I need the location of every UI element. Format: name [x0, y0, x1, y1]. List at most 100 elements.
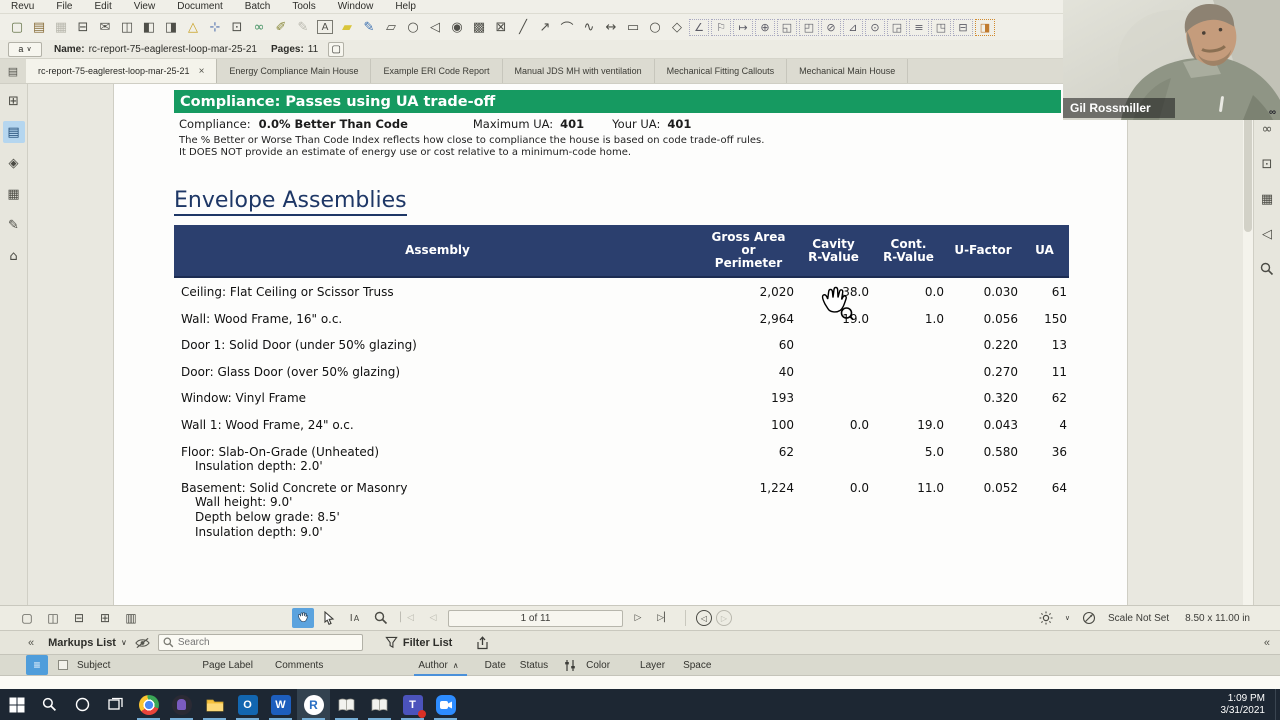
measure-angle-icon[interactable]: ∠ — [689, 18, 709, 36]
taskbar-cortana-icon[interactable] — [66, 689, 99, 720]
taskbar-meeting-cam-icon[interactable] — [429, 689, 462, 720]
chevron-down-icon[interactable]: ∨ — [121, 638, 127, 647]
column-layer[interactable]: Layer — [640, 660, 665, 671]
single-page-icon[interactable]: ▢ — [16, 608, 38, 628]
search-panel-icon[interactable] — [1256, 258, 1278, 280]
polyline-tool-icon[interactable]: ∿ — [578, 18, 600, 36]
pan-tool-icon[interactable] — [292, 608, 314, 628]
menu-view[interactable]: View — [123, 0, 167, 14]
spaces-panel-icon[interactable]: ⌂ — [3, 245, 25, 267]
show-desktop-button[interactable] — [1275, 689, 1280, 720]
panels-layout-icon[interactable]: ◫ — [116, 18, 138, 36]
last-page-icon[interactable]: ▷▏ — [653, 608, 675, 628]
vertical-scrollbar[interactable] — [1243, 84, 1253, 605]
links-panel-icon[interactable]: ∞ — [1256, 118, 1278, 140]
taskbar-word-icon[interactable]: W — [264, 689, 297, 720]
search-input[interactable] — [177, 637, 348, 648]
hyperlink-icon[interactable]: ∞ — [248, 18, 270, 36]
highlighter-icon[interactable]: ▰ — [336, 18, 358, 36]
tab-active[interactable]: rc-report-75-eaglerest-loop-mar-25-21 × — [26, 59, 218, 83]
extract-pages-icon[interactable]: ◧ — [138, 18, 160, 36]
tab-close-icon[interactable]: × — [199, 66, 205, 77]
arc-tool-icon[interactable]: ⌒ — [556, 18, 578, 37]
top-bottom-icon[interactable]: ⊟ — [68, 608, 90, 628]
taskbar-teams-icon[interactable]: T — [396, 689, 429, 720]
measure-diameter-icon[interactable]: ⊘ — [821, 18, 841, 36]
tab-2[interactable]: Example ERI Code Report — [371, 59, 503, 83]
previous-view-icon[interactable]: ◁ — [696, 610, 712, 626]
collapse-panel-right-icon[interactable]: « — [1264, 637, 1270, 649]
menu-edit[interactable]: Edit — [83, 0, 122, 14]
crop-icon[interactable]: ⊠ — [490, 18, 512, 36]
chevron-down-icon[interactable]: ∨ — [1065, 614, 1070, 622]
taskbar-book-1-icon[interactable] — [330, 689, 363, 720]
measure-cutout-icon[interactable]: ◳ — [931, 18, 951, 36]
pen-icon[interactable]: ✎ — [358, 18, 380, 36]
taskbar-taskview-icon[interactable] — [99, 689, 132, 720]
measure-width-icon[interactable]: ⊟ — [953, 18, 973, 36]
hide-markups-icon[interactable] — [135, 637, 150, 649]
taskbar-audio-app-icon[interactable] — [165, 689, 198, 720]
file-access-panel-icon[interactable]: ▦ — [1256, 188, 1278, 210]
column-settings-icon[interactable] — [564, 659, 576, 672]
measure-area-icon[interactable]: ◱ — [777, 18, 797, 36]
menu-help[interactable]: Help — [384, 0, 427, 14]
print-icon[interactable]: ⊟ — [72, 18, 94, 36]
first-page-icon[interactable]: ▏◁ — [396, 608, 418, 628]
attachment-icon[interactable]: ✐ — [270, 18, 292, 36]
tab-5[interactable]: Mechanical Main House — [787, 59, 909, 83]
ellipse-markup-icon[interactable]: ○ — [402, 18, 424, 36]
compass-icon[interactable] — [1078, 608, 1100, 628]
image-icon[interactable]: ▩ — [468, 18, 490, 36]
measure-flag-icon[interactable]: ⚐ — [711, 18, 731, 36]
save-icon[interactable]: ▦ — [50, 18, 72, 36]
column-author[interactable]: Author ∧ — [414, 660, 468, 677]
filter-list-label[interactable]: Filter List — [403, 637, 453, 649]
measure-radius-icon[interactable]: ⊙ — [865, 18, 885, 36]
measure-calibrate-icon[interactable]: ⊕ — [755, 18, 775, 36]
layers-panel-icon[interactable]: ◈ — [3, 152, 25, 174]
tool-chest-panel-icon[interactable]: ▦ — [3, 183, 25, 205]
select-all-checkbox[interactable] — [58, 660, 68, 670]
previous-page-icon[interactable]: ◁ — [422, 608, 444, 628]
export-icon[interactable] — [476, 635, 489, 650]
select-text-icon[interactable]: IA — [344, 608, 366, 628]
filter-icon[interactable] — [385, 636, 398, 649]
bookmarks-panel-icon[interactable]: ▤ — [2, 121, 25, 143]
measure-perimeter-icon[interactable]: ◰ — [799, 18, 819, 36]
taskbar-start-button[interactable] — [0, 689, 33, 720]
stamp-icon[interactable]: ◉ — [446, 18, 468, 36]
column-space[interactable]: Space — [683, 660, 711, 671]
taskbar-revu-icon[interactable]: R — [297, 689, 330, 720]
cloud-icon[interactable]: ▱ — [380, 18, 402, 36]
page-indicator[interactable]: 1 of 11 — [448, 609, 623, 627]
document-mode-dropdown[interactable]: a ∨ — [8, 41, 42, 57]
next-view-icon[interactable]: ▷ — [716, 610, 732, 626]
callout-icon[interactable]: ◁ — [424, 18, 446, 36]
tab-4[interactable]: Mechanical Fitting Callouts — [655, 59, 788, 83]
scale-status[interactable]: Scale Not Set — [1108, 613, 1169, 624]
list-view-icon[interactable]: ≡ — [26, 655, 48, 675]
select-crosshair-icon[interactable]: ⊹ — [204, 18, 226, 36]
measure-volume-icon[interactable]: ◲ — [887, 18, 907, 36]
open-file-icon[interactable]: ▤ — [28, 18, 50, 36]
column-date[interactable]: Date — [485, 660, 506, 671]
signatures-panel-icon[interactable]: ✎ — [3, 214, 25, 236]
zoom-tool-icon[interactable] — [370, 608, 392, 628]
dimension-tool-icon[interactable]: ↔ — [600, 18, 622, 36]
text-box-icon[interactable]: A — [317, 20, 333, 34]
column-comments[interactable]: Comments — [275, 660, 323, 671]
column-subject[interactable]: Subject — [77, 660, 110, 671]
windows-panel-icon[interactable]: ⊡ — [1256, 153, 1278, 175]
tab-3[interactable]: Manual JDS MH with ventilation — [503, 59, 655, 83]
column-page-label[interactable]: Page Label — [202, 660, 253, 671]
measure-count-icon[interactable]: ≡ — [909, 18, 929, 36]
taskbar-clock[interactable]: 1:09 PM 3/31/2021 — [1221, 693, 1276, 717]
menu-window[interactable]: Window — [327, 0, 385, 14]
next-page-icon[interactable]: ▷ — [627, 608, 649, 628]
arrow-tool-icon[interactable]: ↗ — [534, 18, 556, 36]
tab-list-icon[interactable]: ▤ — [0, 59, 26, 83]
menu-revu[interactable]: Revu — [0, 0, 45, 14]
markups-search-box[interactable] — [157, 634, 363, 651]
brightness-icon[interactable] — [1035, 608, 1057, 628]
